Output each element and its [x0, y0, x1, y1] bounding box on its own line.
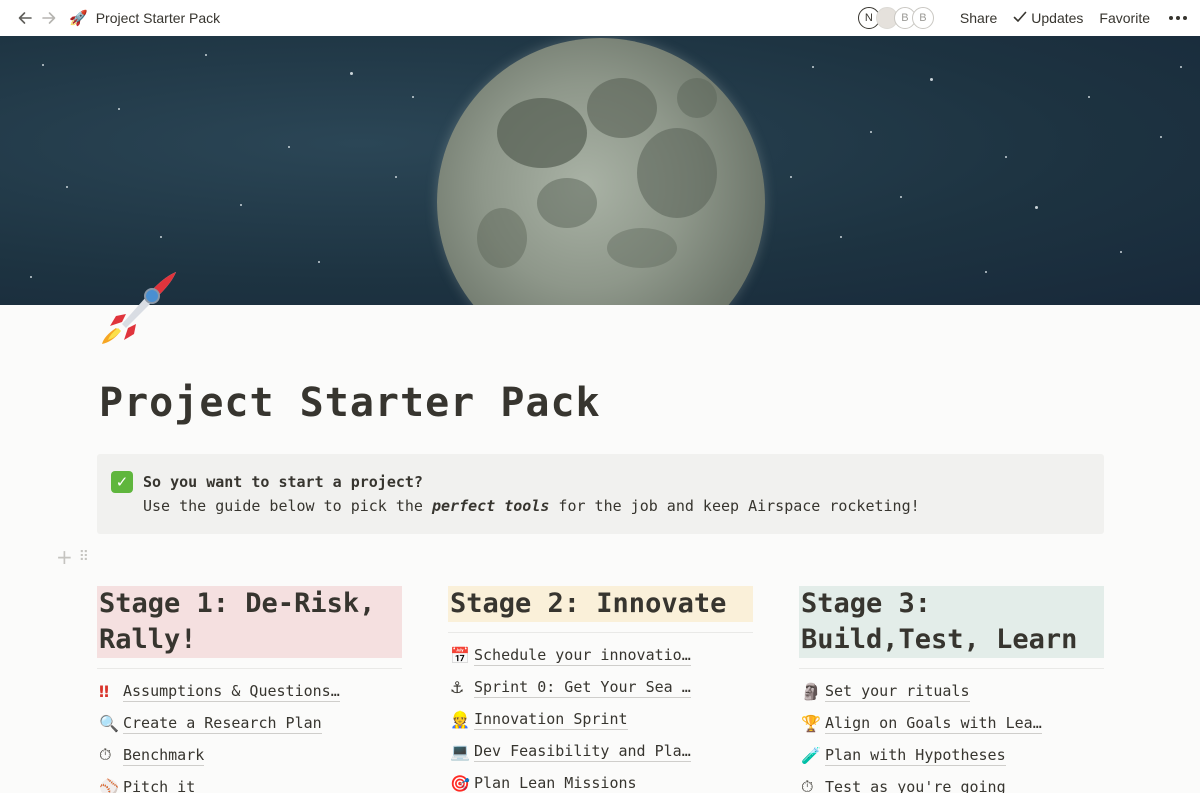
link-label[interactable]: Sprint 0: Get Your Sea … — [474, 677, 691, 698]
link-label[interactable]: Assumptions & Questions… — [123, 681, 340, 702]
callout-block[interactable]: ✓ So you want to start a project? Use th… — [97, 454, 1104, 534]
link-label[interactable]: Create a Research Plan — [123, 713, 322, 734]
list-item[interactable]: ⏱ Test as you're going — [799, 771, 1104, 793]
stage-heading-text: Stage 3: Build,Test, Learn — [801, 588, 1078, 655]
list-item[interactable]: ⚓ Sprint 0: Get Your Sea … — [448, 671, 753, 703]
collaborator-avatars[interactable]: N B B — [857, 7, 934, 29]
calendar-icon: 📅 — [450, 645, 470, 665]
callout-body: Use the guide below to pick the perfect … — [143, 497, 920, 515]
avatar[interactable]: B — [911, 7, 934, 29]
link-label[interactable]: Benchmark — [123, 745, 205, 766]
list-item[interactable]: 📅 Schedule your innovatio… — [448, 639, 753, 671]
list-item[interactable]: 🎯 Plan Lean Missions — [448, 767, 753, 793]
baseball-icon: ⚾ — [99, 777, 119, 793]
rocket-icon: 🚀 — [69, 10, 88, 27]
target-icon: 🎯 — [450, 773, 470, 793]
forward-arrow-icon[interactable] — [37, 6, 61, 30]
top-bar: 🚀 Project Starter Pack N B B Share Updat… — [0, 0, 1200, 36]
link-label[interactable]: Innovation Sprint — [474, 709, 628, 730]
stage-column-1: Stage 1: De-Risk, Rally! ‼ Assumptions &… — [97, 586, 402, 793]
list-item[interactable]: 💻 Dev Feasibility and Pla… — [448, 735, 753, 767]
list-item[interactable]: 🗿 Set your rituals — [799, 675, 1104, 707]
divider — [97, 668, 402, 669]
stage-heading[interactable]: Stage 1: De-Risk, Rally! — [97, 586, 402, 658]
page-title[interactable]: Project Starter Pack — [99, 380, 601, 426]
block-handle[interactable]: + ⠿ — [56, 545, 89, 569]
magnifier-icon: 🔍 — [99, 713, 119, 733]
divider — [799, 668, 1104, 669]
breadcrumb-title: Project Starter Pack — [95, 10, 221, 26]
link-label[interactable]: Pitch it — [123, 777, 195, 793]
moon-illustration — [437, 38, 765, 305]
cover-image[interactable] — [0, 36, 1200, 305]
list-item[interactable]: 🏆 Align on Goals with Lea… — [799, 707, 1104, 739]
trophy-icon: 🏆 — [801, 713, 821, 733]
updates-button[interactable]: Updates — [1005, 10, 1091, 26]
updates-label: Updates — [1031, 10, 1084, 26]
callout-heading: So you want to start a project? — [143, 473, 423, 491]
breadcrumb[interactable]: 🚀 Project Starter Pack — [69, 9, 220, 27]
person-icon: 👷 — [450, 709, 470, 729]
favorite-button[interactable]: Favorite — [1091, 10, 1158, 26]
list-item[interactable]: ⚾ Pitch it — [97, 771, 402, 793]
moai-icon: 🗿 — [801, 681, 821, 701]
share-button[interactable]: Share — [952, 10, 1005, 26]
list-item[interactable]: 👷 Innovation Sprint — [448, 703, 753, 735]
stopwatch-icon: ⏱ — [801, 777, 814, 793]
more-options-icon[interactable] — [1158, 15, 1200, 21]
list-item[interactable]: 🧪 Plan with Hypotheses — [799, 739, 1104, 771]
link-label[interactable]: Align on Goals with Lea… — [825, 713, 1042, 734]
stopwatch-icon: ⏱ — [99, 745, 112, 764]
back-arrow-icon[interactable] — [13, 6, 37, 30]
add-block-icon[interactable]: + — [56, 545, 73, 569]
check-mark-icon[interactable]: ✓ — [111, 471, 133, 493]
link-label[interactable]: Plan Lean Missions — [474, 773, 637, 793]
drag-handle-icon[interactable]: ⠿ — [79, 549, 89, 565]
list-item[interactable]: ⏱ Benchmark — [97, 739, 402, 771]
link-label[interactable]: Set your rituals — [825, 681, 970, 702]
test-tube-icon: 🧪 — [801, 745, 821, 765]
double-exclamation-icon: ‼ — [99, 681, 110, 701]
link-label[interactable]: Test as you're going — [825, 777, 1006, 793]
stage-heading[interactable]: Stage 3: Build,Test, Learn — [799, 586, 1104, 658]
link-label[interactable]: Schedule your innovatio… — [474, 645, 691, 666]
link-label[interactable]: Dev Feasibility and Pla… — [474, 741, 691, 762]
rocket-icon[interactable] — [96, 266, 180, 350]
laptop-icon: 💻 — [450, 741, 470, 761]
stage-column-2: Stage 2: Innovate 📅 Schedule your innova… — [448, 586, 753, 793]
stage-column-3: Stage 3: Build,Test, Learn 🗿 Set your ri… — [799, 586, 1104, 793]
list-item[interactable]: ‼ Assumptions & Questions… — [97, 675, 402, 707]
list-item[interactable]: 🔍 Create a Research Plan — [97, 707, 402, 739]
anchor-icon: ⚓ — [450, 677, 465, 697]
stage-heading[interactable]: Stage 2: Innovate — [448, 586, 753, 622]
divider — [448, 632, 753, 633]
link-label[interactable]: Plan with Hypotheses — [825, 745, 1006, 766]
checkmark-icon — [1013, 10, 1027, 26]
